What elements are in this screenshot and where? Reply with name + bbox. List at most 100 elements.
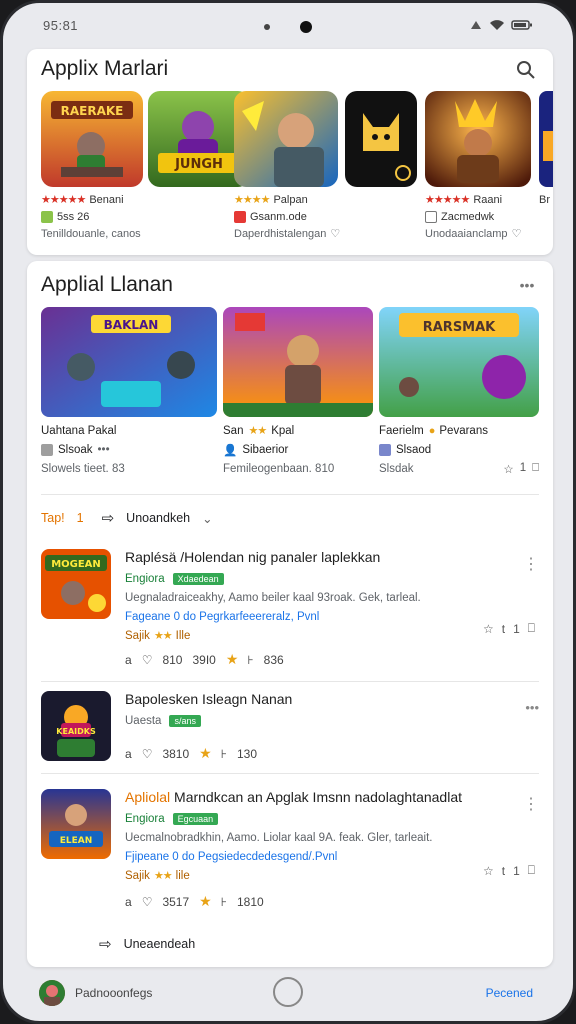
rating-stars: ★★★★★ [425,194,470,206]
bookmark-icon[interactable]: ⎕ [528,863,535,878]
star-outline-icon[interactable]: ☆ [483,622,494,636]
category-label: Engiora [125,812,165,825]
list-title[interactable]: Bapolesken Isleagn Nanan [125,691,509,711]
rating-label: Br [539,193,550,206]
more-horiz-icon[interactable]: ••• [525,701,539,714]
list-link[interactable]: Fageane 0 do Pegrkarfeeereralz, Pvnl [125,611,319,623]
svg-text:JUNGH: JUNGH [174,157,223,172]
featured-name: Uahtana Pakal [41,424,117,437]
app-meta-2: ★★★★ Palpan Gsanm.ode Daperdhistalengan ♡ [234,191,369,242]
stat-3: 130 [236,746,257,761]
list-desc: Uegnaladraiceakhy, Aamo beiler kaal 93ro… [125,591,421,604]
list-item-3[interactable]: ELEAN Apliolal Marndkcan an Apglak Imsnn… [41,789,539,919]
app-info: Zacmedwk [441,210,495,223]
star-filled-icon: ★ [199,893,212,909]
tag-suffix: Ille [175,629,191,642]
list-link[interactable]: Fjipeane 0 do Pegsiedecdedesgend/.Pvnl [125,851,337,863]
list-thumb: KEAIDKS [41,691,111,761]
more-horiz-icon[interactable]: ••• [98,444,110,456]
list-title-accent: Apliolal [125,789,171,805]
game-art-image: KEAIDKS [41,691,111,761]
chevron-down-icon[interactable]: ⌄ [202,511,212,526]
plus-label: t [501,863,506,878]
search-button[interactable] [513,57,539,83]
share-icon[interactable]: ⊦ [221,747,227,761]
featured-card-3[interactable]: RARSMAK [379,307,539,417]
list-thumb: MOGEAN [41,549,111,619]
rating-label: Raani [473,193,503,206]
bottom-nav-bar: Padnooonfegs Pecened [3,965,573,1021]
like-icon[interactable]: ♡ [142,747,153,761]
star-outline-icon[interactable]: ☆ [503,462,513,476]
app-tile-3[interactable] [234,91,338,187]
share-arrow-icon: ⇨ [99,936,112,953]
like-icon[interactable]: ♡ [142,653,153,667]
list-item-1[interactable]: MOGEAN Raplésä /Holendan nig panaler lap… [41,549,539,679]
category-label: Uaesta [125,714,162,727]
status-bar: 95:81 [3,3,573,47]
star-filled-icon: ★ [199,745,212,761]
section-title: Applix Marlari [41,57,169,80]
bookmark-icon[interactable]: ⎕ [532,462,539,476]
footer-link[interactable]: ⇨ Uneaendeah [99,935,195,953]
prefix-label: a [125,652,132,667]
camera-notch [3,21,573,33]
rating-stars: ★★★★★ [41,194,86,206]
app-tile-5[interactable] [425,91,531,187]
share-icon[interactable]: ⊦ [247,653,253,667]
share-arrow-icon[interactable]: ⇨ [102,509,115,527]
list-actions: a ♡ 3517 ★ ⊦ 1810 [125,893,264,910]
svg-text:KEAIDKS: KEAIDKS [56,727,96,736]
tag-label: Sajik [125,629,150,642]
featured-name: San [223,424,244,437]
featured-meta-2: San ★★ Kpal 👤 Sibaerior Femileogenbaan. 810 [223,421,373,478]
app-mini-icon [234,210,246,223]
more-vert-icon[interactable]: ⋮ [523,797,539,813]
list-body: Raplésä /Holendan nig panaler laplekkan … [125,549,509,645]
app-mini-icon [41,443,53,456]
stat-1: a [125,746,132,761]
app-desc: Tenilldouanle, canos [41,227,141,240]
device-frame: 95:81 Applix Marlari RAERAKE JUNGH ★★★★★… [0,0,576,1024]
featured-apps-card: Applial Llanan ••• BAKLAN RARSMAK Uahtan… [27,261,553,967]
featured-sub: Slsoak [58,443,93,456]
game-art-image [539,91,553,187]
svg-text:BAKLAN: BAKLAN [104,318,159,332]
list-actions: a ♡ 3810 ★ ⊦ 130 [125,745,257,762]
rating-stars: ★★ [248,425,267,437]
more-horiz-icon[interactable]: ••• [515,277,539,293]
app-tile-6[interactable] [539,91,553,187]
app-tile-4[interactable] [345,91,417,187]
more-vert-icon[interactable]: ⋮ [523,557,539,573]
featured-card-1[interactable]: BAKLAN [41,307,217,417]
star-outline-icon[interactable]: ☆ [483,864,494,878]
sort-dropdown-label[interactable]: Unoandkeh [126,511,190,525]
app-mini-icon [425,210,437,223]
top-apps-card: Applix Marlari RAERAKE JUNGH ★★★★★ Benan… [27,49,553,255]
list-title[interactable]: Raplésä /Holendan nig panaler laplekkan [125,549,509,569]
featured-name: Faerielm [379,424,424,437]
featured-card-2[interactable] [223,307,373,417]
list-title[interactable]: Marndkcan an Apglak Imsnn nadolaghtanadl… [174,789,462,805]
home-button[interactable] [273,977,303,1007]
featured-meta-3: Faerielm ● Pevarans Slsaod Slsdak ☆ 1 ⎕ [379,421,539,478]
heart-icon[interactable]: ♡ [512,227,522,240]
share-icon[interactable]: ⊦ [221,895,227,909]
rating-stars: ★★ [153,870,173,882]
plus-label: t [501,621,506,636]
app-tile-1[interactable]: RAERAKE [41,91,143,187]
filter-label[interactable]: Tap! [41,511,65,525]
game-art-image: MOGEAN [41,549,111,619]
heart-icon[interactable]: ♡ [330,227,340,240]
person-icon: 👤 [223,444,238,457]
game-art-image: BAKLAN [41,307,217,417]
like-icon[interactable]: ♡ [142,895,153,909]
avatar[interactable] [39,980,65,1006]
rating-label: Benani [89,193,124,206]
featured-name-suffix: Pevarans [439,424,488,437]
bookmark-icon[interactable]: ⎕ [528,621,535,636]
app-mini-icon [379,443,391,456]
bottom-left-label[interactable]: Padnooonfegs [75,986,152,1000]
bottom-right-label[interactable]: Pecened [486,986,533,1000]
list-item-2[interactable]: KEAIDKS Bapolesken Isleagn Nanan Uaesta s… [41,691,539,771]
